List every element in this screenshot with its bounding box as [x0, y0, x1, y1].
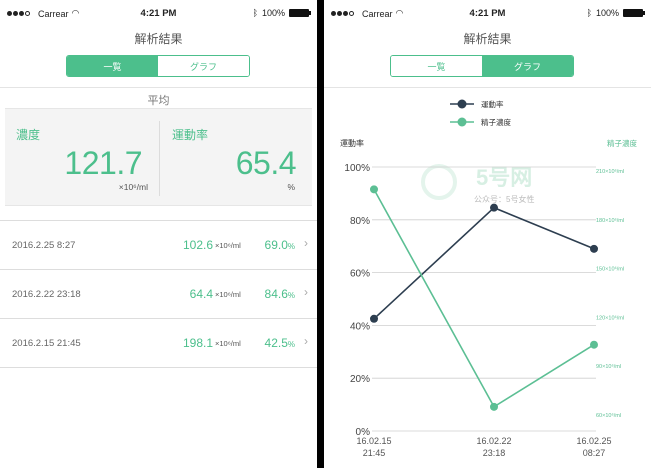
y-tick-label-right: 90×10⁶/ml — [596, 363, 621, 370]
x-tick-label: 16.02.25 — [576, 436, 611, 446]
list-item[interactable]: 2016.2.25 8:27 102.6 ×10⁶/ml 69.0% › — [0, 221, 317, 270]
view-segment-control: 一覧 グラフ — [66, 55, 250, 77]
y-tick-label-right: 150×10⁶/ml — [596, 266, 624, 273]
chevron-right-icon: › — [304, 334, 308, 348]
record-concentration: 64.4 — [189, 287, 213, 301]
data-point — [370, 185, 378, 194]
motility-label: 運動率 — [172, 128, 209, 142]
record-unit: ×10⁶/ml — [215, 339, 241, 348]
records-list: 2016.2.25 8:27 102.6 ×10⁶/ml 69.0% › 201… — [0, 220, 317, 368]
legend-label: 運動率 — [481, 99, 504, 109]
y-tick-label-right: 180×10⁶/ml — [596, 217, 624, 224]
y-tick-label-left: 20% — [350, 374, 370, 385]
y-tick-label-right: 120×10⁶/ml — [596, 314, 624, 321]
motility-unit: % — [287, 182, 295, 192]
record-date: 2016.2.22 23:18 — [12, 289, 81, 300]
x-tick-label: 16.02.15 — [356, 436, 391, 446]
series-line — [373, 206, 595, 320]
motility-value: 65.4 — [235, 145, 297, 181]
chevron-right-icon: › — [304, 236, 308, 250]
bluetooth-icon: ᛒ — [252, 8, 258, 18]
average-title: 平均 — [147, 95, 170, 107]
page-title: 解析結果 — [134, 32, 183, 46]
record-date: 2016.2.25 8:27 — [12, 240, 76, 251]
x-tick-label: 16.02.22 — [476, 436, 511, 446]
graph-screen: Carrear ◠ 4:21 PM ᛒ 100% 解析結果 一覧 グラフ 5号网… — [324, 0, 651, 468]
y-tick-label-right: 60×10⁶/ml — [596, 412, 621, 419]
concentration-value: 121.7 — [64, 145, 142, 181]
record-date: 2016.2.15 21:45 — [12, 338, 81, 349]
record-concentration: 102.6 — [182, 238, 213, 252]
record-unit: ×10⁶/ml — [215, 290, 241, 299]
data-point — [490, 203, 498, 212]
list-item[interactable]: 2016.2.22 23:18 64.4 ×10⁶/ml 84.6% › — [0, 270, 317, 319]
battery-percent: 100% — [261, 8, 285, 18]
legend-marker — [457, 99, 467, 109]
x-tick-label: 21:45 — [363, 448, 386, 458]
data-point — [590, 340, 598, 349]
list-item[interactable]: 2016.2.15 21:45 198.1 ×10⁶/ml 42.5% › — [0, 319, 317, 368]
list-screen: Carrear ◠ 4:21 PM ᛒ 100% 解析結果 一覧 グラフ 平均 … — [0, 0, 317, 468]
record-motility: 84.6% — [264, 287, 295, 301]
watermark-logo: 5号网 — [476, 165, 532, 190]
record-concentration: 198.1 — [182, 336, 213, 350]
data-point — [490, 402, 498, 411]
x-tick-label: 23:18 — [483, 448, 506, 458]
watermark-subtitle: 公众号：5号女性 — [474, 194, 534, 204]
y-tick-label-left: 100% — [344, 163, 370, 174]
tab-graph[interactable]: グラフ — [158, 56, 249, 76]
record-unit: ×10⁶/ml — [215, 241, 241, 250]
legend-marker — [457, 117, 467, 127]
y-tick-label-left: 80% — [350, 216, 370, 227]
data-point — [370, 314, 378, 323]
y-tick-label-left: 40% — [350, 321, 370, 332]
tab-list[interactable]: 一覧 — [67, 56, 158, 76]
average-card: 濃度 121.7 ×10⁶/ml 運動率 65.4 % — [5, 108, 312, 206]
card-divider — [159, 121, 160, 196]
chevron-right-icon: › — [304, 285, 308, 299]
concentration-unit: ×10⁶/ml — [118, 182, 148, 192]
status-bar: Carrear ◠ 4:21 PM ᛒ 100% — [0, 0, 317, 26]
record-motility: 42.5% — [264, 336, 295, 350]
concentration-label: 濃度 — [16, 128, 41, 142]
line-chart: 5号网公众号：5号女性運動率精子濃度運動率 精子濃度100%80%60%40%20… — [340, 99, 637, 458]
series-line — [373, 189, 595, 408]
y-tick-label-left: 60% — [350, 269, 370, 280]
data-point — [590, 244, 598, 253]
y-axis-title-right: 精子濃度 — [607, 138, 637, 148]
battery-icon — [289, 9, 311, 17]
x-tick-label: 08:27 — [583, 448, 606, 458]
legend-label: 精子濃度 — [481, 117, 511, 127]
y-axis-title-left: 運動率 — [340, 138, 364, 148]
y-tick-label-right: 210×10⁶/ml — [596, 168, 624, 175]
watermark-logo-mark — [421, 164, 457, 200]
record-motility: 69.0% — [264, 238, 295, 252]
header-divider — [0, 87, 317, 88]
